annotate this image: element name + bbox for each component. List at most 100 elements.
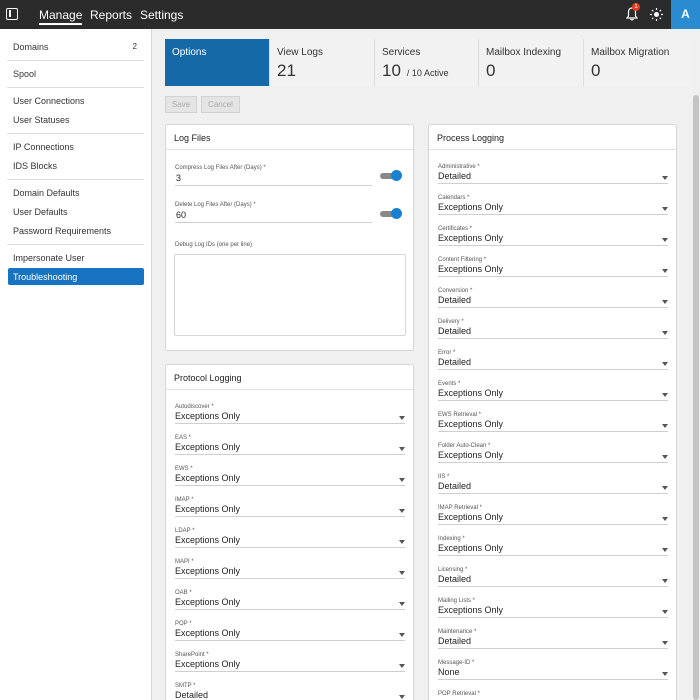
- select-label: IMAP Retrieval *: [438, 505, 482, 511]
- tab-mailbox-migration[interactable]: Mailbox Migration 0: [584, 39, 690, 86]
- select-value[interactable]: Detailed: [438, 295, 471, 305]
- chevron-down-icon[interactable]: [662, 548, 668, 552]
- sidebar-item-label: Domains: [13, 42, 49, 52]
- select-label: LDAP *: [175, 528, 195, 534]
- chevron-down-icon[interactable]: [662, 610, 668, 614]
- chevron-down-icon[interactable]: [399, 540, 405, 544]
- theme-toggle-icon[interactable]: [650, 8, 663, 21]
- sidebar-item-impersonate-user[interactable]: Impersonate User: [13, 253, 143, 263]
- tab-label: Mailbox Indexing: [486, 47, 562, 58]
- chevron-down-icon[interactable]: [399, 478, 405, 482]
- chevron-down-icon[interactable]: [662, 672, 668, 676]
- tab-value: 21: [277, 61, 296, 80]
- select-value[interactable]: Exceptions Only: [175, 473, 240, 483]
- sidebar-item-password-requirements[interactable]: Password Requirements: [13, 226, 143, 236]
- scrollbar[interactable]: [692, 29, 700, 700]
- select-value[interactable]: Detailed: [438, 326, 471, 336]
- chevron-down-icon[interactable]: [662, 362, 668, 366]
- nav-settings[interactable]: Settings: [140, 8, 183, 22]
- select-value[interactable]: Exceptions Only: [175, 535, 240, 545]
- select-label: Delivery *: [438, 319, 464, 325]
- select-underline: [175, 609, 405, 610]
- select-value[interactable]: Exceptions Only: [175, 566, 240, 576]
- select-value[interactable]: Exceptions Only: [438, 202, 503, 212]
- select-label: MAPI *: [175, 559, 194, 565]
- user-avatar[interactable]: A: [671, 0, 700, 29]
- select-value[interactable]: Exceptions Only: [438, 419, 503, 429]
- sidebar-item-domains[interactable]: Domains 2: [13, 42, 143, 52]
- chevron-down-icon[interactable]: [399, 509, 405, 513]
- chevron-down-icon[interactable]: [399, 447, 405, 451]
- chevron-down-icon[interactable]: [399, 695, 405, 699]
- select-value[interactable]: None: [438, 667, 460, 677]
- nav-manage[interactable]: Manage: [39, 8, 83, 25]
- chevron-down-icon[interactable]: [399, 571, 405, 575]
- cancel-button[interactable]: Cancel: [201, 96, 240, 113]
- select-value[interactable]: Exceptions Only: [438, 233, 503, 243]
- chevron-down-icon[interactable]: [662, 269, 668, 273]
- select-label: Mailing Lists *: [438, 598, 476, 604]
- chevron-down-icon[interactable]: [662, 579, 668, 583]
- debug-log-textarea[interactable]: [174, 254, 406, 336]
- select-underline: [438, 555, 668, 556]
- sidebar-item-ids-blocks[interactable]: IDS Blocks: [13, 161, 143, 171]
- select-value[interactable]: Exceptions Only: [438, 512, 503, 522]
- sidebar-item-user-connections[interactable]: User Connections: [13, 96, 143, 106]
- sidebar-item-spool[interactable]: Spool: [13, 69, 143, 79]
- select-value[interactable]: Exceptions Only: [175, 411, 240, 421]
- select-value[interactable]: Exceptions Only: [438, 388, 503, 398]
- debug-log-label: Debug Log IDs (one per line): [175, 242, 253, 248]
- delete-log-toggle[interactable]: [380, 208, 402, 220]
- select-value[interactable]: Detailed: [438, 357, 471, 367]
- chevron-down-icon[interactable]: [662, 424, 668, 428]
- nav-reports[interactable]: Reports: [90, 8, 132, 22]
- select-value[interactable]: Detailed: [438, 171, 471, 181]
- select-value[interactable]: Detailed: [438, 574, 471, 584]
- tab-options[interactable]: Options: [165, 39, 270, 86]
- compress-log-toggle[interactable]: [380, 170, 402, 182]
- select-value[interactable]: Exceptions Only: [438, 605, 503, 615]
- tab-view-logs[interactable]: View Logs 21: [270, 39, 375, 86]
- chevron-down-icon[interactable]: [662, 455, 668, 459]
- sidebar-item-domain-defaults[interactable]: Domain Defaults: [13, 188, 143, 198]
- select-label: Message-ID *: [438, 660, 475, 666]
- select-value[interactable]: Detailed: [438, 636, 471, 646]
- sidebar-item-user-defaults[interactable]: User Defaults: [13, 207, 143, 217]
- tab-services[interactable]: Services 10 / 10 Active: [375, 39, 479, 86]
- sidebar-item-label: User Statuses: [13, 115, 70, 125]
- chevron-down-icon[interactable]: [662, 486, 668, 490]
- chevron-down-icon[interactable]: [399, 416, 405, 420]
- chevron-down-icon[interactable]: [662, 641, 668, 645]
- chevron-down-icon[interactable]: [399, 664, 405, 668]
- select-value[interactable]: Exceptions Only: [438, 450, 503, 460]
- select-value[interactable]: Exceptions Only: [438, 543, 503, 553]
- chevron-down-icon[interactable]: [662, 300, 668, 304]
- chevron-down-icon[interactable]: [399, 633, 405, 637]
- select-value[interactable]: Exceptions Only: [175, 628, 240, 638]
- select-value[interactable]: Exceptions Only: [175, 659, 240, 669]
- sidebar-item-ip-connections[interactable]: IP Connections: [13, 142, 143, 152]
- sidebar-item-user-statuses[interactable]: User Statuses: [13, 115, 143, 125]
- chevron-down-icon[interactable]: [662, 176, 668, 180]
- select-value[interactable]: Exceptions Only: [175, 597, 240, 607]
- divider: [7, 87, 144, 88]
- select-value[interactable]: Exceptions Only: [175, 442, 240, 452]
- scrollbar-thumb[interactable]: [693, 95, 699, 700]
- compress-log-input[interactable]: 3: [176, 173, 181, 183]
- select-value[interactable]: Detailed: [175, 690, 208, 700]
- sidebar-item-troubleshooting[interactable]: Troubleshooting: [8, 268, 144, 285]
- chevron-down-icon[interactable]: [662, 331, 668, 335]
- chevron-down-icon[interactable]: [662, 517, 668, 521]
- sidebar-toggle-icon[interactable]: [6, 8, 18, 20]
- delete-log-input[interactable]: 60: [176, 210, 186, 220]
- chevron-down-icon[interactable]: [399, 602, 405, 606]
- chevron-down-icon[interactable]: [662, 393, 668, 397]
- save-button[interactable]: Save: [165, 96, 197, 113]
- select-value[interactable]: Detailed: [438, 481, 471, 491]
- chevron-down-icon[interactable]: [662, 238, 668, 242]
- chevron-down-icon[interactable]: [662, 207, 668, 211]
- sidebar-item-label: User Defaults: [13, 207, 68, 217]
- select-value[interactable]: Exceptions Only: [438, 264, 503, 274]
- tab-mailbox-indexing[interactable]: Mailbox Indexing 0: [479, 39, 584, 86]
- select-value[interactable]: Exceptions Only: [175, 504, 240, 514]
